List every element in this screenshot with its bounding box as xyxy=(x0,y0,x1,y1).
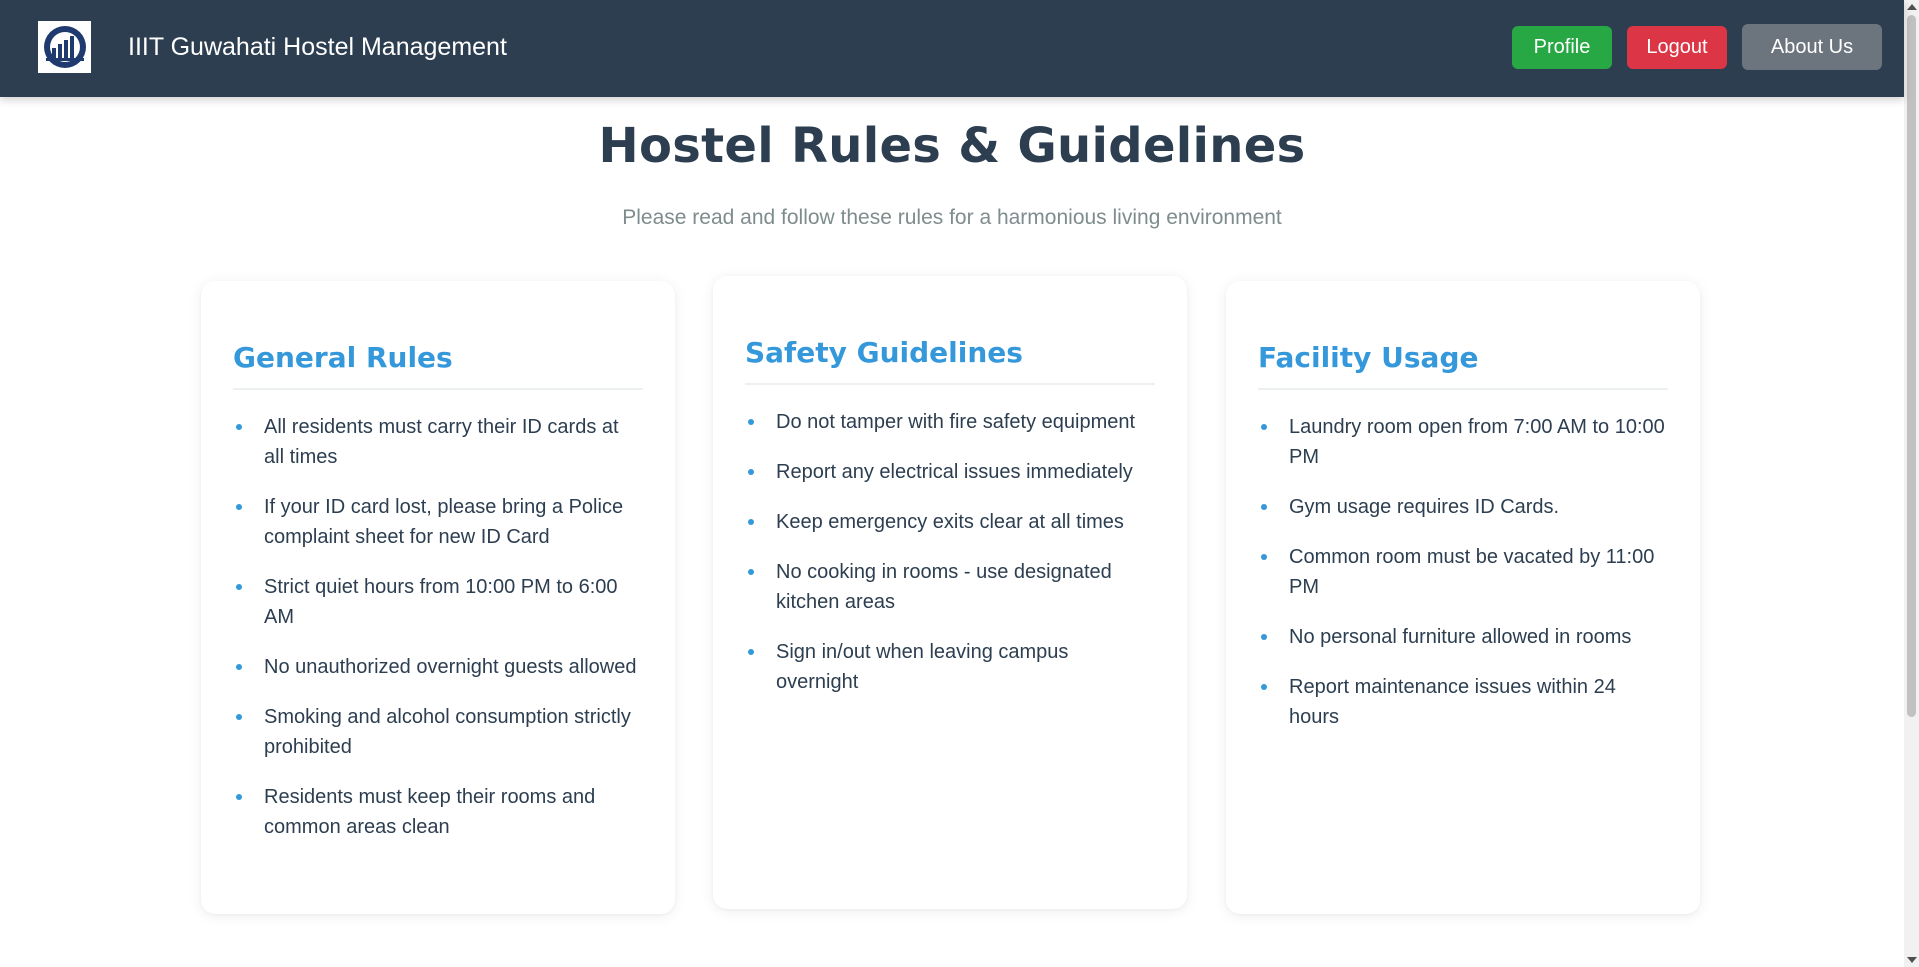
list-item: Sign in/out when leaving campus overnigh… xyxy=(745,637,1155,697)
list-item: Smoking and alcohol consumption strictly… xyxy=(233,702,643,762)
card-title: Safety Guidelines xyxy=(745,336,1155,385)
iiitg-logo-icon[interactable] xyxy=(38,21,91,73)
rule-text: Report maintenance issues within 24 hour… xyxy=(1289,676,1616,728)
about-us-button[interactable]: About Us xyxy=(1742,24,1882,70)
rule-text: If your ID card lost, please bring a Pol… xyxy=(264,496,624,548)
list-item: Gym usage requires ID Cards. xyxy=(1258,492,1668,522)
bullet-icon xyxy=(1261,424,1267,430)
bullet-icon xyxy=(236,714,242,720)
top-navbar: IIIT Guwahati Hostel Management Profile … xyxy=(0,0,1904,97)
rule-text: Do not tamper with fire safety equipment xyxy=(776,411,1136,433)
list-item: Keep emergency exits clear at all times xyxy=(745,507,1155,537)
card-title: General Rules xyxy=(233,341,643,390)
rule-text: Residents must keep their rooms and comm… xyxy=(264,786,596,838)
bullet-icon xyxy=(1261,684,1267,690)
rule-list: Do not tamper with fire safety equipment… xyxy=(745,407,1155,697)
logout-button[interactable]: Logout xyxy=(1627,26,1727,69)
bullet-icon xyxy=(236,664,242,670)
bullet-icon xyxy=(1261,554,1267,560)
rule-list: Laundry room open from 7:00 AM to 10:00 … xyxy=(1258,412,1668,732)
bullet-icon xyxy=(748,649,754,655)
card-title: Facility Usage xyxy=(1258,341,1668,390)
page-title: Hostel Rules & Guidelines xyxy=(598,118,1306,174)
rule-text: Laundry room open from 7:00 AM to 10:00 … xyxy=(1289,416,1665,468)
bullet-icon xyxy=(236,794,242,800)
rule-text: No unauthorized overnight guests allowed xyxy=(264,656,637,678)
rule-list: All residents must carry their ID cards … xyxy=(233,412,643,842)
facility-usage-card: Facility Usage Laundry room open from 7:… xyxy=(1226,281,1700,914)
list-item: No unauthorized overnight guests allowed xyxy=(233,652,643,682)
vertical-scrollbar[interactable] xyxy=(1904,0,1919,967)
list-item: Laundry room open from 7:00 AM to 10:00 … xyxy=(1258,412,1668,472)
bullet-icon xyxy=(748,519,754,525)
general-rules-card: General Rules All residents must carry t… xyxy=(201,281,675,914)
bullet-icon xyxy=(748,569,754,575)
rule-text: Smoking and alcohol consumption strictly… xyxy=(264,706,631,758)
page-subtitle: Please read and follow these rules for a… xyxy=(622,206,1282,229)
rule-text: Common room must be vacated by 11:00 PM xyxy=(1289,546,1655,598)
bullet-icon xyxy=(1261,634,1267,640)
scroll-down-arrow-icon[interactable] xyxy=(1907,957,1917,963)
rule-text: Strict quiet hours from 10:00 PM to 6:00… xyxy=(264,576,618,628)
bullet-icon xyxy=(236,584,242,590)
bullet-icon xyxy=(748,469,754,475)
rule-text: No personal furniture allowed in rooms xyxy=(1289,626,1632,648)
rule-text: No cooking in rooms - use designated kit… xyxy=(776,561,1112,613)
rule-text: Sign in/out when leaving campus overnigh… xyxy=(776,641,1069,693)
list-item: Report any electrical issues immediately xyxy=(745,457,1155,487)
list-item: If your ID card lost, please bring a Pol… xyxy=(233,492,643,552)
scroll-up-arrow-icon[interactable] xyxy=(1907,4,1917,10)
list-item: Report maintenance issues within 24 hour… xyxy=(1258,672,1668,732)
list-item: Residents must keep their rooms and comm… xyxy=(233,782,643,842)
rule-text: Keep emergency exits clear at all times xyxy=(776,511,1124,533)
profile-button[interactable]: Profile xyxy=(1512,26,1612,69)
scrollbar-thumb[interactable] xyxy=(1907,15,1916,717)
bullet-icon xyxy=(1261,504,1267,510)
rule-text: Report any electrical issues immediately xyxy=(776,461,1133,483)
bullet-icon xyxy=(236,424,242,430)
list-item: Common room must be vacated by 11:00 PM xyxy=(1258,542,1668,602)
bullet-icon xyxy=(236,504,242,510)
bullet-icon xyxy=(748,419,754,425)
list-item: All residents must carry their ID cards … xyxy=(233,412,643,472)
safety-guidelines-card: Safety Guidelines Do not tamper with fir… xyxy=(713,276,1187,909)
list-item: Strict quiet hours from 10:00 PM to 6:00… xyxy=(233,572,643,632)
list-item: No cooking in rooms - use designated kit… xyxy=(745,557,1155,617)
list-item: No personal furniture allowed in rooms xyxy=(1258,622,1668,652)
rule-text: Gym usage requires ID Cards. xyxy=(1289,496,1560,518)
rule-text: All residents must carry their ID cards … xyxy=(264,416,619,468)
app-title: IIIT Guwahati Hostel Management xyxy=(128,33,507,61)
list-item: Do not tamper with fire safety equipment xyxy=(745,407,1155,437)
